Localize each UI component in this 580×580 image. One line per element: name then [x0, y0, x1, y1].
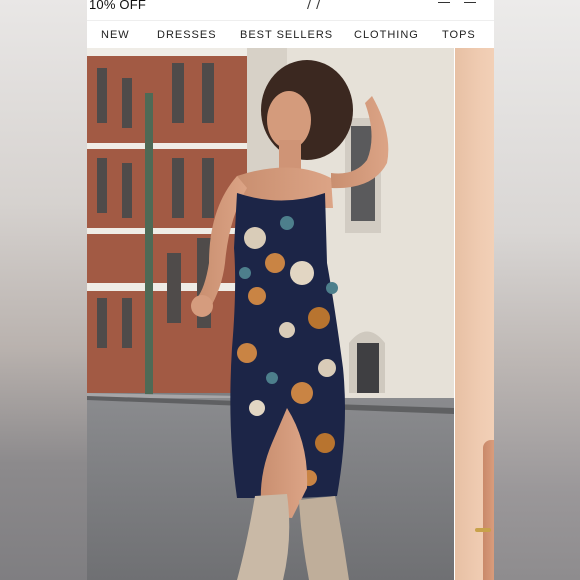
top-bar: 10% OFF / / — [87, 0, 494, 20]
blurred-backdrop-left — [0, 0, 87, 580]
blurred-backdrop-right — [494, 0, 580, 580]
nav-item-tops[interactable]: TOPS — [442, 29, 476, 41]
nav-item-clothing[interactable]: CLOTHING — [354, 29, 419, 41]
nav-item-best-sellers[interactable]: BEST SELLERS — [240, 29, 333, 41]
bag-icon[interactable] — [464, 0, 476, 3]
header-icons — [438, 0, 476, 3]
brand-logo[interactable]: / / — [307, 0, 321, 12]
shop-screen: 10% OFF / / NEW DRESSES BEST SELLERS CLO… — [87, 0, 494, 580]
product-hero-image[interactable] — [87, 48, 454, 580]
nav-item-new[interactable]: NEW — [101, 29, 130, 41]
next-product-arm — [483, 440, 494, 580]
hero-photo-illustration — [87, 48, 454, 580]
account-icon[interactable] — [438, 0, 450, 3]
bracelet-detail — [475, 528, 491, 532]
promo-banner-text[interactable]: 10% OFF — [89, 0, 146, 12]
category-nav: NEW DRESSES BEST SELLERS CLOTHING TOPS — [87, 20, 494, 49]
nav-item-dresses[interactable]: DRESSES — [157, 29, 217, 41]
